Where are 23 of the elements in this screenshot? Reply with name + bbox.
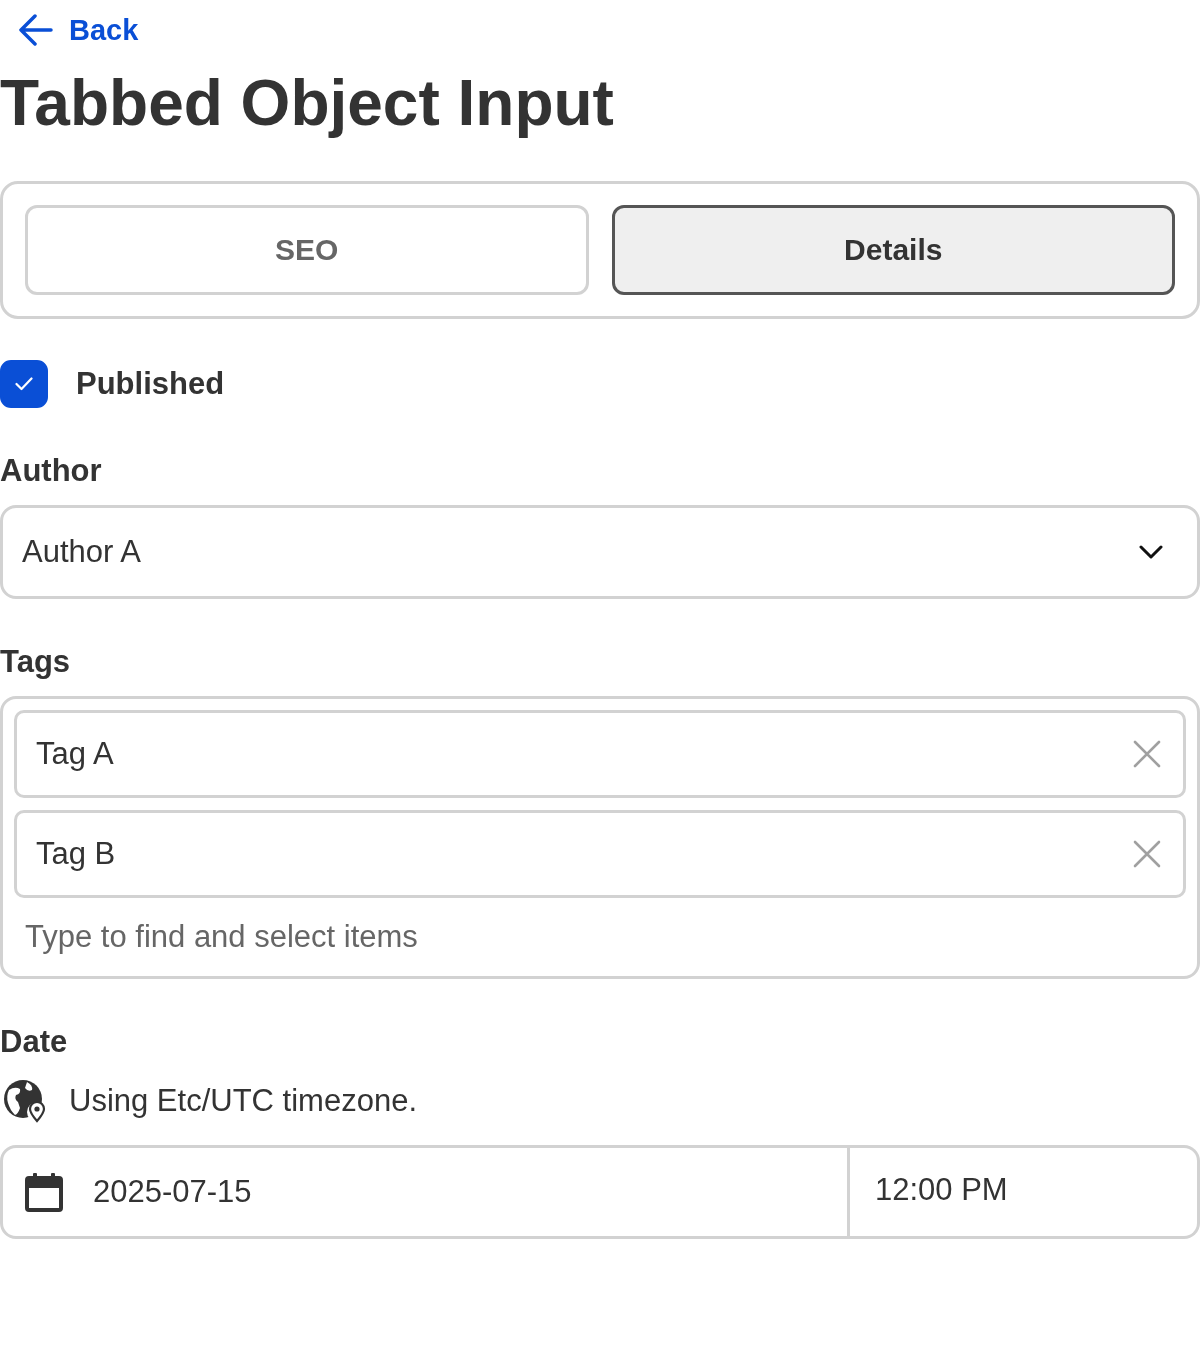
check-icon	[15, 377, 33, 391]
field-label: Tags	[0, 644, 72, 680]
select-field[interactable]: Author A	[0, 505, 1200, 599]
tag-search-input[interactable]: Type to find and select items	[14, 906, 1186, 968]
checkbox-label[interactable]: Published	[76, 366, 225, 402]
calendar-icon	[25, 1172, 63, 1212]
field-label: Author	[0, 453, 103, 489]
page-title: Tabbed Object Input	[0, 66, 615, 140]
back-link[interactable]: Back	[19, 13, 139, 47]
close-icon[interactable]	[1133, 740, 1161, 768]
tag-chip: Tag A	[14, 710, 1186, 798]
globe-pin-icon	[3, 1079, 47, 1123]
back-arrow-icon	[19, 14, 53, 46]
checkbox[interactable]	[0, 360, 48, 408]
time-field[interactable]: 12:00 PM	[850, 1145, 1200, 1239]
date-field[interactable]: 2025-07-15	[0, 1145, 850, 1239]
tab[interactable]: Details	[611, 205, 1175, 295]
chevron-down-icon	[1139, 545, 1163, 559]
tab[interactable]: SEO	[25, 205, 589, 295]
field-label: Date	[0, 1024, 69, 1060]
tag-chip: Tag B	[14, 810, 1186, 898]
timezone-note: Using Etc/UTC timezone.	[69, 1083, 417, 1119]
close-icon[interactable]	[1133, 840, 1161, 868]
